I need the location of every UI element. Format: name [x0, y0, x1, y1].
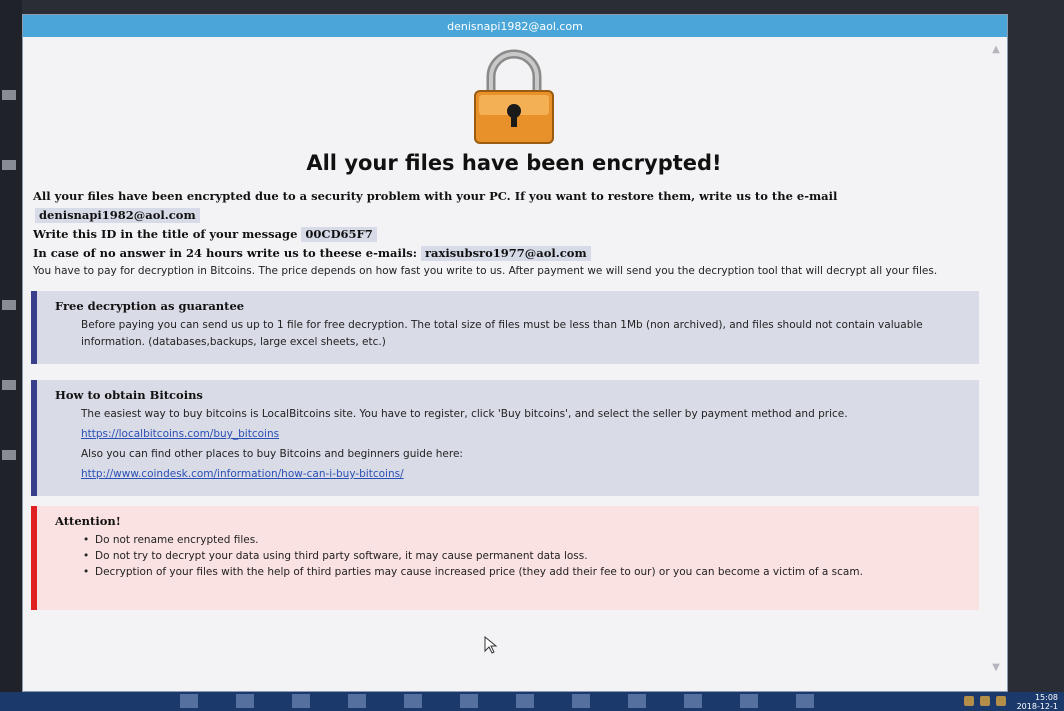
tray-icon[interactable]	[964, 696, 974, 706]
free-decryption-text-2: information. (databases,backups, large e…	[81, 336, 386, 348]
backup-email[interactable]: raxisubsro1977@aol.com	[420, 246, 591, 261]
taskbar-app-icon[interactable]	[796, 694, 814, 708]
victim-id[interactable]: 00CD65F7	[301, 227, 377, 242]
taskbar-app-icon[interactable]	[572, 694, 590, 708]
localbitcoins-link[interactable]: https://localbitcoins.com/buy_bitcoins	[81, 428, 279, 440]
desktop-icon[interactable]	[2, 160, 16, 170]
intro-line: All your files have been encrypted due t…	[33, 189, 838, 203]
desktop-edge	[0, 0, 22, 711]
tray-icon[interactable]	[980, 696, 990, 706]
id-instruction-line: Write this ID in the title of your messa…	[33, 227, 995, 242]
mouse-pointer-icon	[484, 636, 498, 654]
contact-email[interactable]: denisnapi1982@aol.com	[35, 208, 200, 223]
list-item: Do not try to decrypt your data using th…	[83, 548, 967, 564]
backup-contact-line: In case of no answer in 24 hours write u…	[33, 246, 995, 261]
list-item: Do not rename encrypted files.	[83, 532, 967, 548]
taskbar-app-icon[interactable]	[348, 694, 366, 708]
free-decryption-panel: Free decryption as guarantee Before payi…	[31, 291, 979, 364]
taskbar-app-icon[interactable]	[628, 694, 646, 708]
id-label: Write this ID in the title of your messa…	[33, 227, 298, 241]
taskbar-app-icon[interactable]	[684, 694, 702, 708]
attention-title: Attention!	[55, 514, 121, 528]
scroll-down-icon[interactable]: ▼	[991, 663, 1001, 673]
padlock-icon	[474, 49, 554, 144]
attention-panel: Attention! Do not rename encrypted files…	[31, 506, 979, 610]
taskbar: 15:08 2018-12-1	[0, 692, 1064, 711]
bitcoin-text-2: Also you can find other places to buy Bi…	[81, 448, 463, 460]
window-titlebar[interactable]: denisnapi1982@aol.com	[23, 15, 1007, 37]
desktop-icon[interactable]	[2, 380, 16, 390]
backup-label: In case of no answer in 24 hours write u…	[33, 246, 417, 260]
attention-list: Do not rename encrypted files. Do not tr…	[55, 532, 967, 580]
bitcoin-text-1: The easiest way to buy bitcoins is Local…	[81, 408, 848, 420]
clock-date: 2018-12-1	[1016, 702, 1058, 711]
desktop-icon[interactable]	[2, 300, 16, 310]
free-decryption-text: Before paying you can send us up to 1 fi…	[81, 317, 967, 351]
taskbar-app-icon[interactable]	[292, 694, 310, 708]
taskbar-app-icon[interactable]	[404, 694, 422, 708]
tray-icon[interactable]	[996, 696, 1006, 706]
window-title: denisnapi1982@aol.com	[447, 19, 583, 33]
taskbar-app-icon[interactable]	[460, 694, 478, 708]
page-title: All your files have been encrypted!	[306, 151, 722, 175]
free-decryption-title: Free decryption as guarantee	[55, 299, 245, 313]
list-item: Decryption of your files with the help o…	[83, 564, 967, 580]
taskbar-app-icon[interactable]	[740, 694, 758, 708]
ransom-window: denisnapi1982@aol.com ▲ ▼ All your files…	[22, 14, 1008, 692]
coindesk-link[interactable]: http://www.coindesk.com/information/how-…	[81, 468, 404, 480]
clock[interactable]: 15:08 2018-12-1	[1017, 693, 1058, 711]
taskbar-app-icon[interactable]	[236, 694, 254, 708]
bitcoin-panel: How to obtain Bitcoins The easiest way t…	[31, 380, 979, 496]
system-tray	[964, 696, 1006, 706]
desktop-icon[interactable]	[2, 450, 16, 460]
free-decryption-text-1: Before paying you can send us up to 1 fi…	[81, 319, 923, 331]
taskbar-app-icon[interactable]	[516, 694, 534, 708]
clock-time: 15:08	[1034, 693, 1058, 702]
taskbar-app-icon[interactable]	[180, 694, 198, 708]
message-content: All your files have been encrypted! All …	[23, 37, 1007, 610]
taskbar-apps	[180, 694, 814, 708]
payment-note: You have to pay for decryption in Bitcoi…	[33, 265, 938, 277]
bitcoin-title: How to obtain Bitcoins	[55, 388, 203, 402]
desktop-icon[interactable]	[2, 90, 16, 100]
